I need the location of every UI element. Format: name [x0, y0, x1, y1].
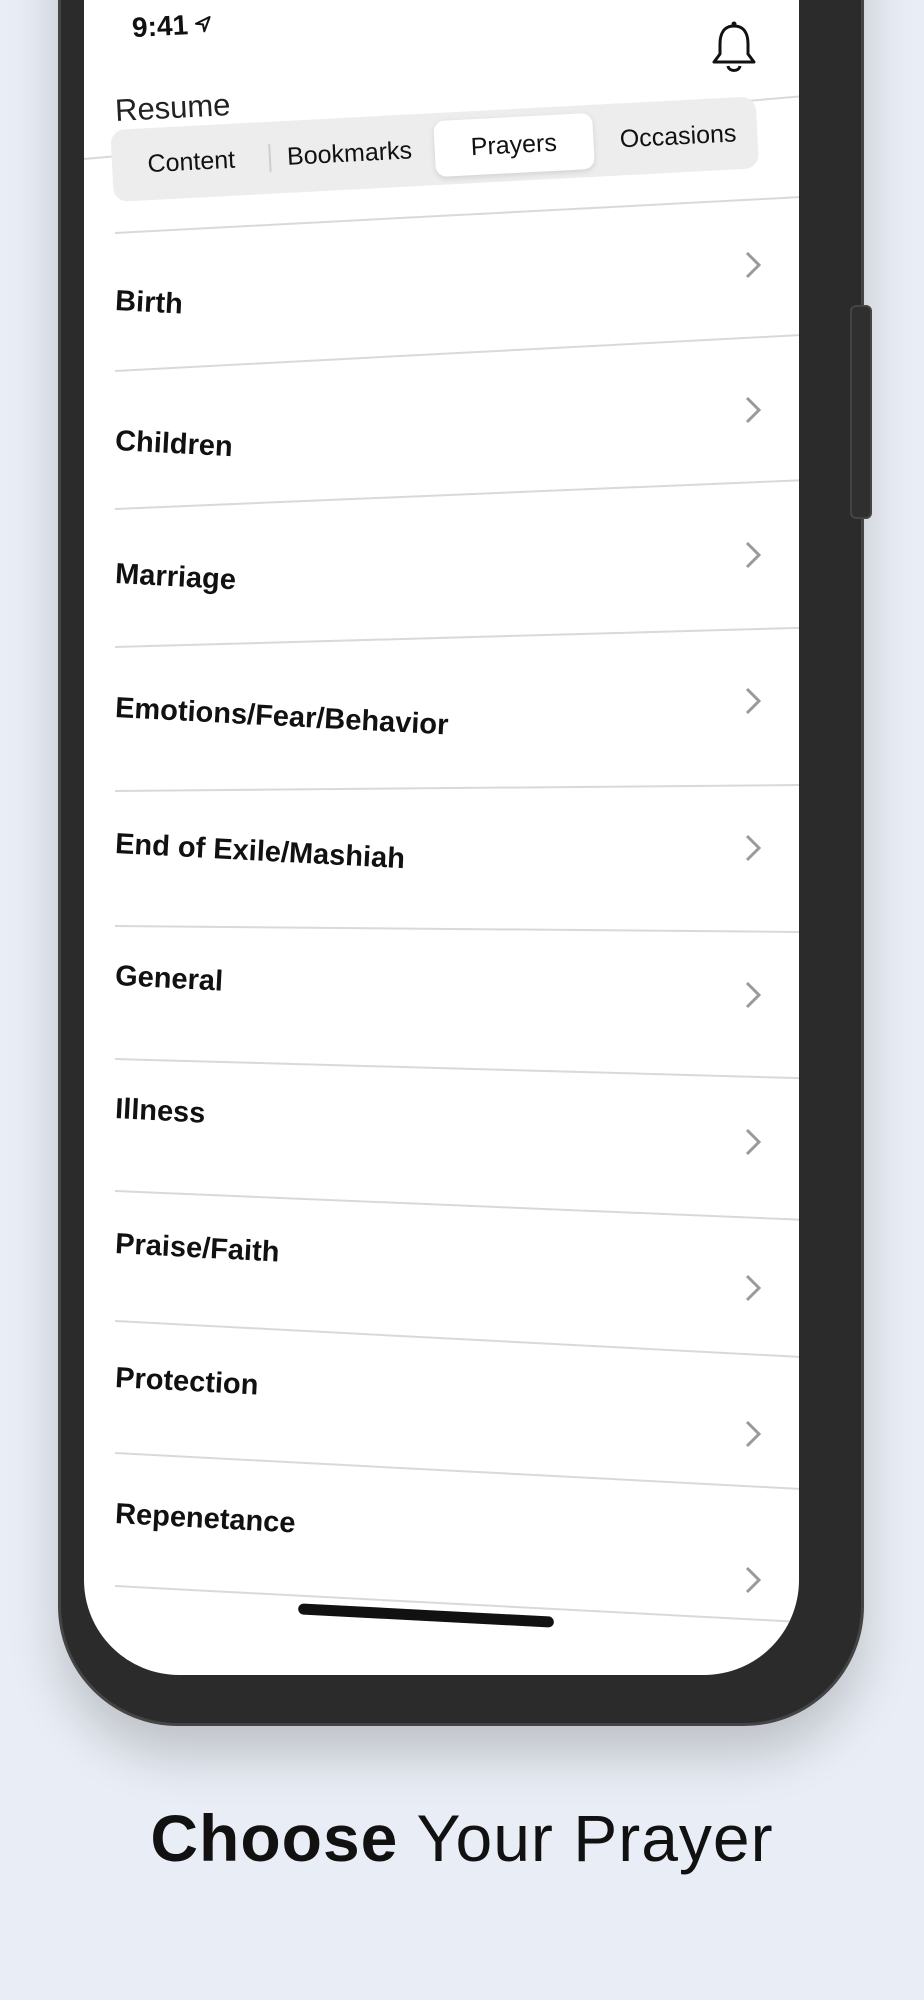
list-divider — [114, 1320, 799, 1359]
category-illness[interactable]: Illness — [114, 1093, 206, 1138]
category-emotions-fear-behavior[interactable]: Emotions/Fear/Behavior — [114, 692, 449, 749]
chevron-right-icon — [745, 251, 762, 279]
category-marriage[interactable]: Marriage — [114, 558, 236, 604]
list-divider — [114, 1190, 799, 1221]
prayer-category-list: Birth Children Marriage Emotions/Fear/Be… — [84, 0, 799, 1675]
phone-screen: 9:41 Resume Content Bookmarks Prayers Oc… — [84, 0, 799, 1675]
category-repenetance[interactable]: Repenetance — [114, 1498, 296, 1547]
chevron-right-icon — [745, 541, 762, 569]
list-divider — [114, 479, 799, 510]
promo-caption: Choose Your Prayer — [0, 1800, 924, 1876]
category-birth[interactable]: Birth — [114, 285, 183, 328]
list-divider — [114, 626, 799, 648]
category-protection[interactable]: Protection — [114, 1362, 259, 1409]
phone-side-button — [850, 305, 872, 519]
caption-rest: Your Prayer — [398, 1801, 774, 1875]
chevron-right-icon — [745, 981, 762, 1009]
chevron-right-icon — [745, 1128, 762, 1156]
list-divider — [114, 333, 799, 372]
chevron-right-icon — [745, 1566, 762, 1594]
chevron-right-icon — [745, 834, 762, 862]
chevron-right-icon — [745, 1420, 762, 1448]
category-general[interactable]: General — [114, 960, 224, 1006]
chevron-right-icon — [745, 687, 762, 715]
category-end-of-exile-mashiah[interactable]: End of Exile/Mashiah — [114, 828, 406, 883]
list-divider — [114, 1058, 799, 1080]
list-divider — [114, 195, 799, 234]
category-praise-faith[interactable]: Praise/Faith — [114, 1228, 280, 1277]
category-children[interactable]: Children — [114, 425, 233, 471]
list-divider — [114, 1452, 799, 1491]
list-divider — [114, 783, 799, 792]
chevron-right-icon — [745, 396, 762, 424]
list-divider — [114, 925, 799, 934]
chevron-right-icon — [745, 1274, 762, 1302]
caption-bold: Choose — [150, 1801, 399, 1875]
